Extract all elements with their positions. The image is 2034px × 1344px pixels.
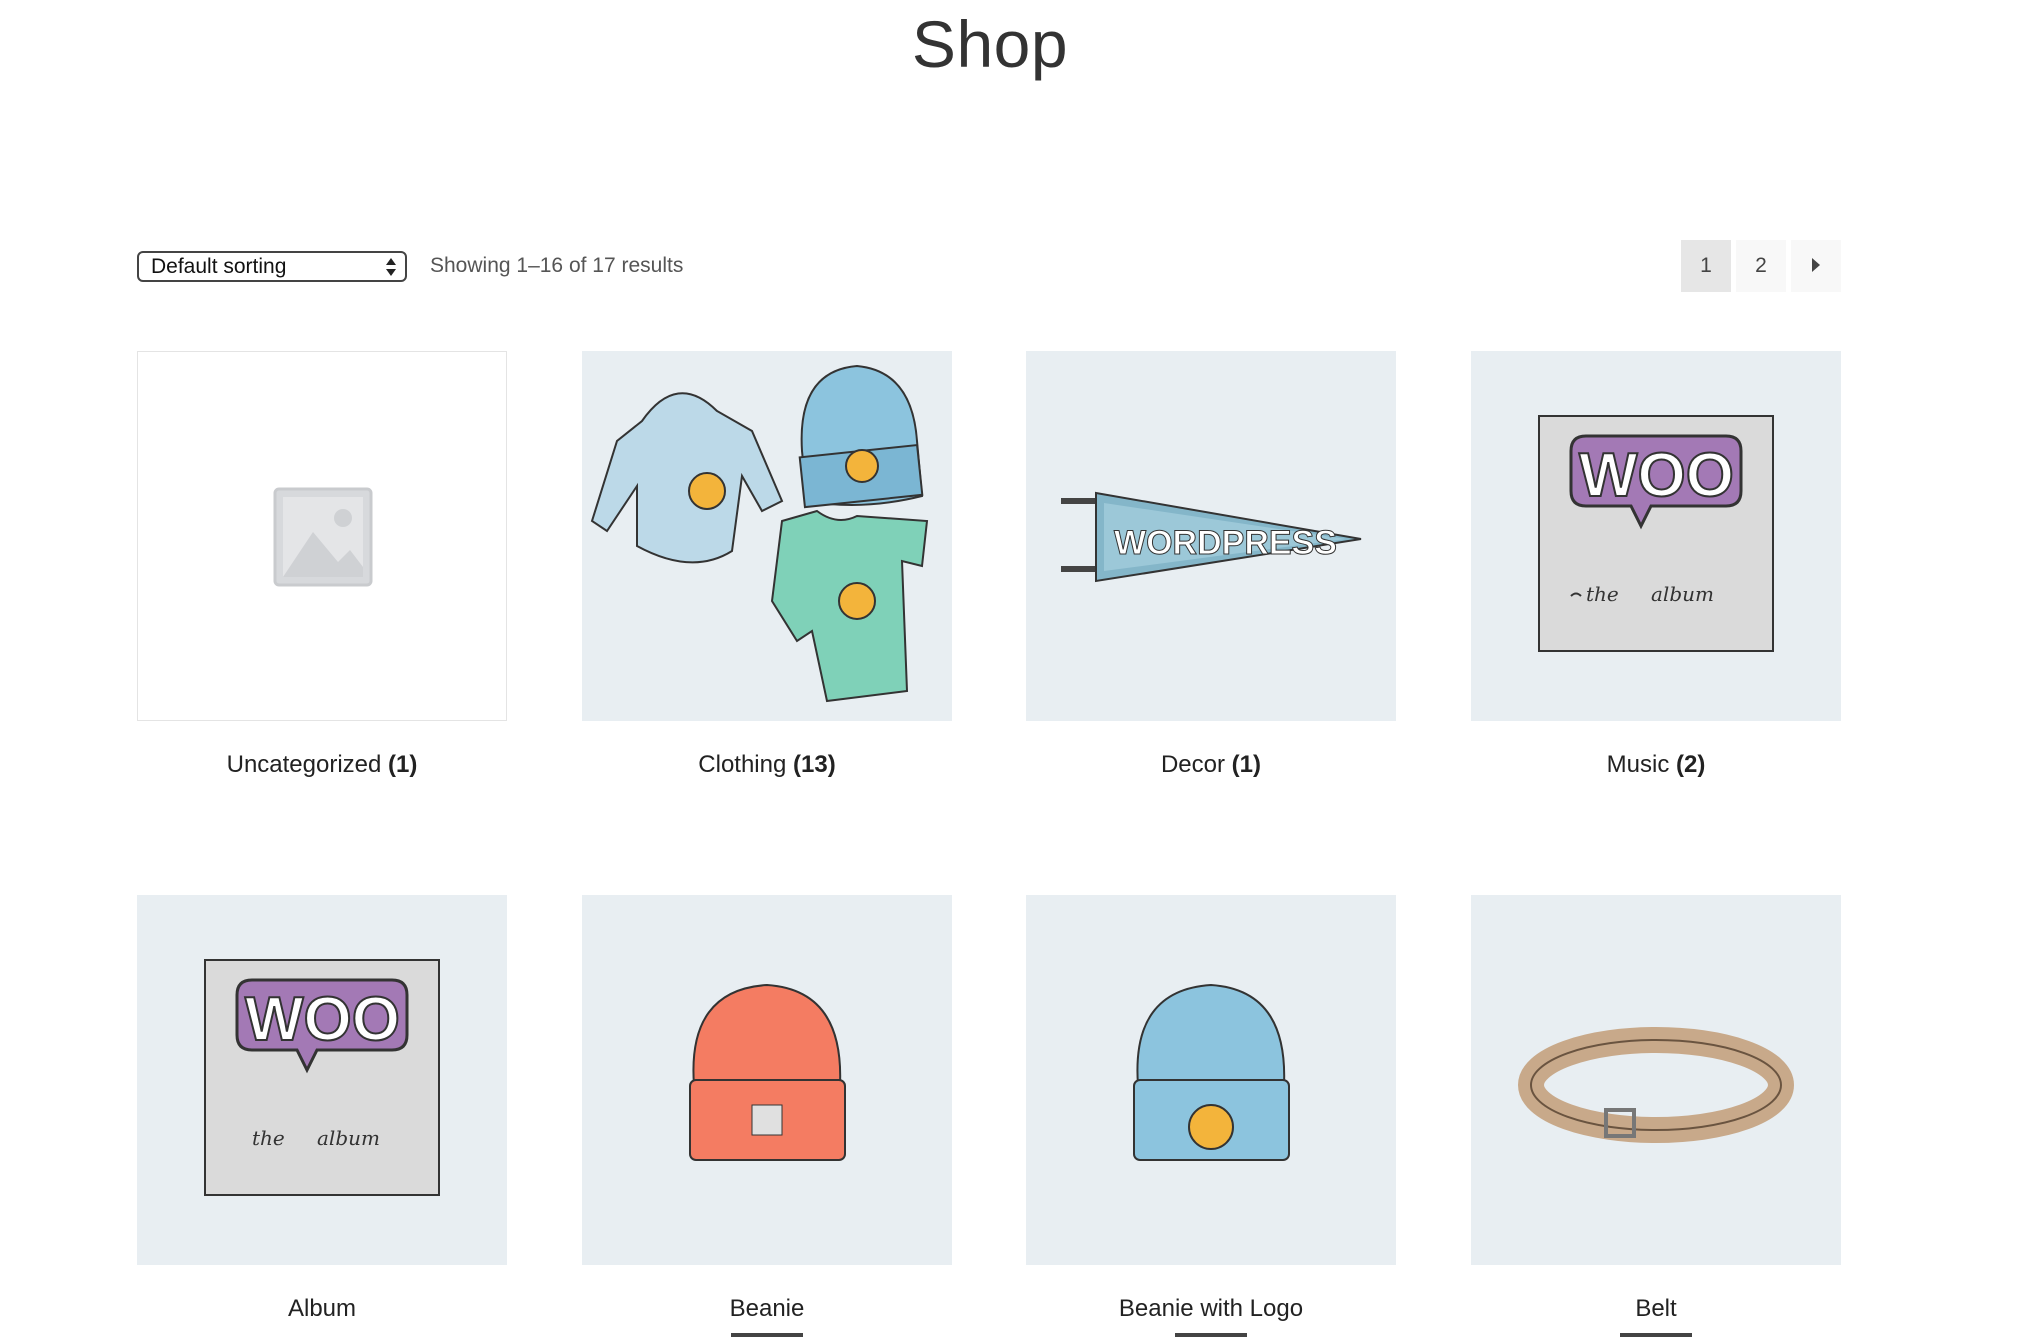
select-arrows-icon xyxy=(386,258,396,276)
category-card-clothing[interactable]: Clothing (13) xyxy=(582,351,952,779)
belt-image[interactable] xyxy=(1471,895,1841,1265)
product-card-album[interactable]: WOO the album Album xyxy=(137,895,507,1323)
placeholder-image[interactable] xyxy=(137,351,507,721)
product-title[interactable]: Belt xyxy=(1471,1295,1841,1323)
svg-text:album: album xyxy=(317,1126,380,1150)
category-count: (2) xyxy=(1676,751,1706,778)
page-title: Shop xyxy=(911,7,1069,81)
svg-text:album: album xyxy=(1651,582,1714,606)
category-name: Decor xyxy=(1160,751,1225,778)
page-link-1[interactable]: 1 xyxy=(1681,240,1731,292)
clothing-image[interactable] xyxy=(582,351,952,721)
category-title[interactable]: Decor (1) xyxy=(1026,751,1396,779)
beanie-with-logo-image[interactable] xyxy=(1026,895,1396,1265)
category-title[interactable]: Music (2) xyxy=(1471,751,1841,779)
album-image[interactable]: WOO the album xyxy=(137,895,507,1265)
sorting-select[interactable]: Default sorting xyxy=(137,251,407,282)
blue-beanie-icon xyxy=(1133,983,1290,1161)
rating-bar xyxy=(1175,1333,1247,1337)
belt-icon xyxy=(1518,1027,1794,1143)
svg-text:the: the xyxy=(252,1126,285,1150)
svg-text:WORDPRESS: WORDPRESS xyxy=(1114,524,1337,562)
category-card-music[interactable]: WOO the album Music (2) xyxy=(1471,351,1841,779)
svg-text:WOO: WOO xyxy=(1579,441,1734,510)
category-name: Music xyxy=(1606,751,1670,778)
result-count: Showing 1–16 of 17 results xyxy=(430,254,684,277)
rating-bar xyxy=(1620,1333,1692,1337)
woo-album-icon: WOO the album xyxy=(204,959,440,1196)
svg-text:the: the xyxy=(1586,582,1619,606)
category-title[interactable]: Clothing (13) xyxy=(582,751,952,779)
category-card-uncategorized[interactable]: Uncategorized (1) xyxy=(137,351,507,779)
decor-image[interactable]: WORDPRESS xyxy=(1026,351,1396,721)
page-link-2[interactable]: 2 xyxy=(1736,240,1786,292)
product-card-belt[interactable]: Belt xyxy=(1471,895,1841,1337)
product-card-beanie[interactable]: Beanie xyxy=(582,895,952,1337)
category-count: (1) xyxy=(1231,751,1262,778)
shop-page: Shop Default sorting Showing 1–16 of 17 … xyxy=(0,0,2034,1344)
product-title[interactable]: Beanie with Logo xyxy=(1026,1295,1396,1323)
next-arrow-icon xyxy=(1812,258,1820,272)
product-card-beanie-with-logo[interactable]: Beanie with Logo xyxy=(1026,895,1396,1337)
sorting-select-label: Default sorting xyxy=(151,255,287,278)
category-name: Uncategorized xyxy=(226,751,382,778)
product-title[interactable]: Beanie xyxy=(582,1295,952,1323)
clothing-illustration-icon xyxy=(590,364,929,703)
category-card-decor[interactable]: WORDPRESS Decor (1) xyxy=(1026,351,1396,779)
pagination: 1 2 xyxy=(1681,240,1841,292)
category-title[interactable]: Uncategorized (1) xyxy=(137,751,507,779)
category-count: (13) xyxy=(793,751,836,778)
image-placeholder-icon xyxy=(273,487,373,587)
woo-album-icon: WOO the album xyxy=(1538,415,1774,652)
category-count: (1) xyxy=(388,751,418,778)
next-page-button[interactable] xyxy=(1791,240,1841,292)
shop-toolbar: Default sorting Showing 1–16 of 17 resul… xyxy=(137,240,1841,294)
svg-text:WOO: WOO xyxy=(245,985,400,1054)
rating-bar xyxy=(731,1333,803,1337)
music-image[interactable]: WOO the album xyxy=(1471,351,1841,721)
red-beanie-icon xyxy=(689,983,846,1161)
product-title[interactable]: Album xyxy=(137,1295,507,1323)
pennant-icon: WORDPRESS xyxy=(1061,491,1362,583)
beanie-image[interactable] xyxy=(582,895,952,1265)
category-name: Clothing xyxy=(698,751,787,778)
